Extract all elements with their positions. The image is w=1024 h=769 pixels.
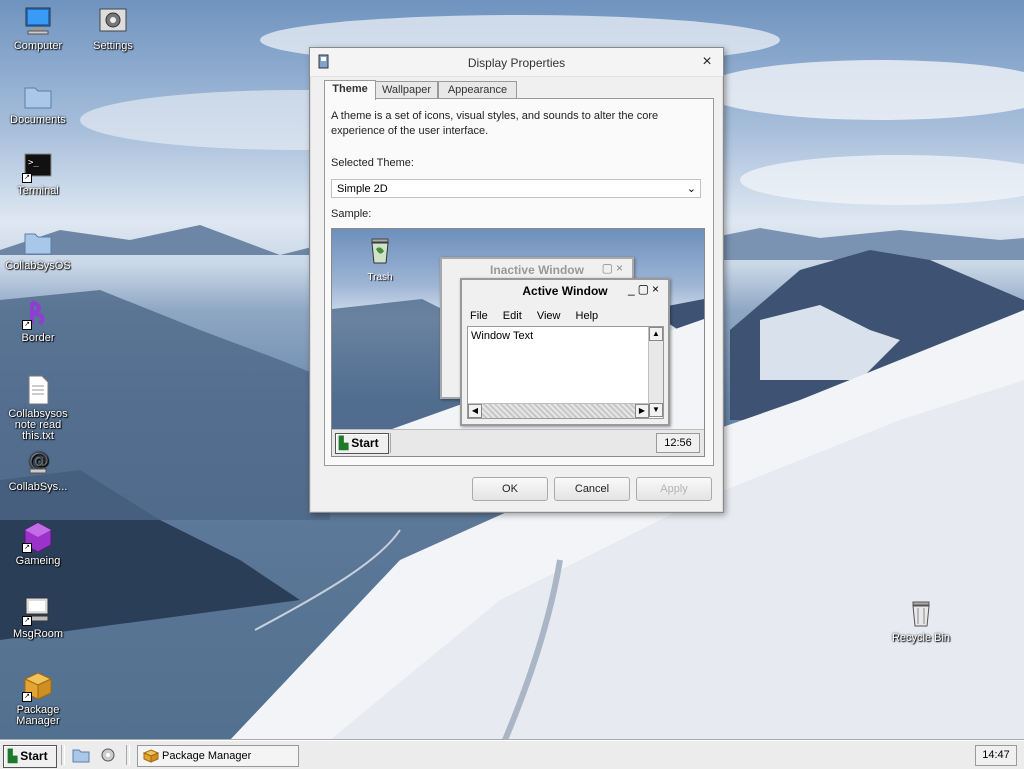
- at-sign-icon: @: [22, 447, 54, 479]
- trash-icon: [905, 598, 937, 630]
- tab-wallpaper[interactable]: Wallpaper: [375, 81, 438, 99]
- desktop-icon-recycle-bin[interactable]: Recycle Bin: [886, 598, 956, 644]
- scroll-down-icon: ▼: [649, 403, 663, 417]
- apply-button[interactable]: Apply: [636, 477, 712, 501]
- theme-select[interactable]: Simple 2D ⌄: [331, 179, 701, 198]
- package-icon: ↗: [22, 670, 54, 702]
- desktop-icon-label: Settings: [93, 40, 133, 52]
- taskbar-separator: [126, 745, 130, 765]
- desktop-icon-package-manager[interactable]: ↗ Package Manager: [3, 670, 73, 727]
- sample-menu-file: File: [470, 310, 488, 322]
- ok-button[interactable]: OK: [472, 477, 548, 501]
- chat-computer-icon: ↗: [22, 594, 54, 626]
- sample-start-label: Start: [351, 436, 379, 450]
- desktop-icon-collabsysos[interactable]: CollabSysOS: [3, 226, 73, 272]
- desktop-icon-label: Package Manager: [16, 704, 60, 727]
- taskbar: ▙ Start Package Manager 14:47: [0, 740, 1024, 769]
- selected-theme-label: Selected Theme:: [331, 157, 414, 169]
- sample-menu-view: View: [536, 310, 561, 322]
- taskbar-item-package-manager[interactable]: Package Manager: [137, 745, 299, 767]
- shortcut-arrow-icon: ↗: [22, 543, 32, 553]
- desktop-icon-label: Documents: [10, 114, 66, 126]
- start-label: Start: [20, 749, 48, 763]
- window-title: Display Properties: [467, 56, 566, 70]
- sample-vertical-scrollbar: ▲ ▼: [648, 327, 663, 417]
- desktop-icon-border[interactable]: ↗ Border: [3, 298, 73, 344]
- shortcut-arrow-icon: ↗: [22, 173, 32, 183]
- folder-icon[interactable]: [72, 747, 90, 763]
- sample-horizontal-scrollbar: ◀ ▶: [468, 403, 649, 418]
- sample-text-area: Window Text ▲ ▼ ◀ ▶: [467, 326, 664, 419]
- sample-trash-label: Trash: [367, 272, 393, 283]
- desktop-icon-label: MsgRoom: [12, 628, 64, 640]
- game-cube-icon: ↗: [22, 521, 54, 553]
- sample-taskbar: ▙ Start 12:56: [332, 429, 704, 456]
- svg-text:>_: >_: [28, 158, 39, 168]
- shortcut-arrow-icon: ↗: [22, 692, 32, 702]
- sample-clock: 12:56: [656, 433, 700, 453]
- sample-menu-help: Help: [575, 310, 599, 322]
- sample-menubar: File Edit View Help: [470, 310, 610, 322]
- desktop-icon-label: Terminal: [17, 185, 59, 197]
- tab-theme[interactable]: Theme: [324, 80, 376, 100]
- desktop-icon-label: CollabSys...: [8, 481, 68, 493]
- desktop-icon-label: Recycle Bin: [891, 632, 951, 644]
- text-file-icon: [22, 374, 54, 406]
- cancel-button[interactable]: Cancel: [554, 477, 630, 501]
- computer-icon: [22, 6, 54, 38]
- folder-icon: [22, 80, 54, 112]
- start-logo-icon: ▙: [339, 436, 349, 450]
- desktop-icon-gameing[interactable]: ↗ Gameing: [3, 521, 73, 567]
- scroll-left-icon: ◀: [468, 404, 482, 418]
- sample-window-text: Window Text: [471, 330, 534, 342]
- desktop-icon-computer[interactable]: Computer: [3, 6, 73, 52]
- desktop-icon-note[interactable]: Collabsysos note read this.txt: [3, 374, 73, 442]
- theme-select-value: Simple 2D: [337, 183, 388, 195]
- sample-inactive-controls: ▢×: [601, 261, 626, 275]
- start-button[interactable]: ▙ Start: [3, 745, 57, 768]
- theme-sample-preview: Trash Inactive Window ▢× Active Window _…: [331, 228, 705, 457]
- desktop-icon-label: Collabsysos note read this.txt: [8, 408, 68, 442]
- close-icon[interactable]: ×: [699, 54, 715, 70]
- scroll-right-icon: ▶: [635, 404, 649, 418]
- settings-icon[interactable]: [99, 747, 117, 763]
- desktop-icon-settings[interactable]: Settings: [78, 6, 148, 52]
- taskbar-clock: 14:47: [975, 745, 1017, 766]
- theme-description: A theme is a set of icons, visual styles…: [331, 110, 659, 137]
- title-bar[interactable]: Display Properties ×: [310, 48, 723, 77]
- desktop-icon-label: Computer: [13, 40, 63, 52]
- sample-trash: Trash: [360, 237, 400, 283]
- sample-menu-edit: Edit: [502, 310, 522, 322]
- terminal-icon: >_ ↗: [22, 151, 54, 183]
- folder-icon: [22, 226, 54, 258]
- taskbar-separator: [61, 745, 65, 765]
- desktop-icon-terminal[interactable]: >_ ↗ Terminal: [3, 151, 73, 197]
- desktop-icon-collabsys[interactable]: @ CollabSys...: [3, 447, 73, 493]
- shortcut-arrow-icon: ↗: [22, 320, 32, 330]
- chevron-down-icon: ⌄: [686, 183, 696, 195]
- package-icon: [143, 749, 159, 763]
- tab-appearance[interactable]: Appearance: [438, 81, 517, 99]
- desktop-icon-msgroom[interactable]: ↗ MsgRoom: [3, 594, 73, 640]
- shortcut-arrow-icon: ↗: [22, 616, 32, 626]
- sample-active-window: Active Window _▢× File Edit View Help Wi…: [460, 278, 670, 426]
- scroll-up-icon: ▲: [649, 327, 663, 341]
- desktop-icon-label: Border: [21, 332, 55, 344]
- taskbar-item-label: Package Manager: [162, 750, 252, 762]
- sample-active-controls: _▢×: [627, 282, 662, 296]
- start-logo-icon: ▙: [8, 749, 18, 763]
- trash-icon: [371, 238, 389, 264]
- sample-taskbar-separator: [390, 433, 391, 453]
- theme-panel: A theme is a set of icons, visual styles…: [324, 98, 714, 466]
- display-properties-window: Display Properties × Theme Wallpaper App…: [309, 47, 724, 513]
- svg-text:@: @: [29, 448, 49, 472]
- settings-icon: [97, 6, 129, 38]
- desktop-icon-label: Gameing: [15, 555, 61, 567]
- sample-label: Sample:: [331, 208, 372, 220]
- desktop-icon-label: CollabSysOS: [5, 260, 71, 272]
- desktop-icon-documents[interactable]: Documents: [3, 80, 73, 126]
- sample-start-button: ▙ Start: [335, 433, 389, 454]
- border-logo-icon: ↗: [22, 298, 54, 330]
